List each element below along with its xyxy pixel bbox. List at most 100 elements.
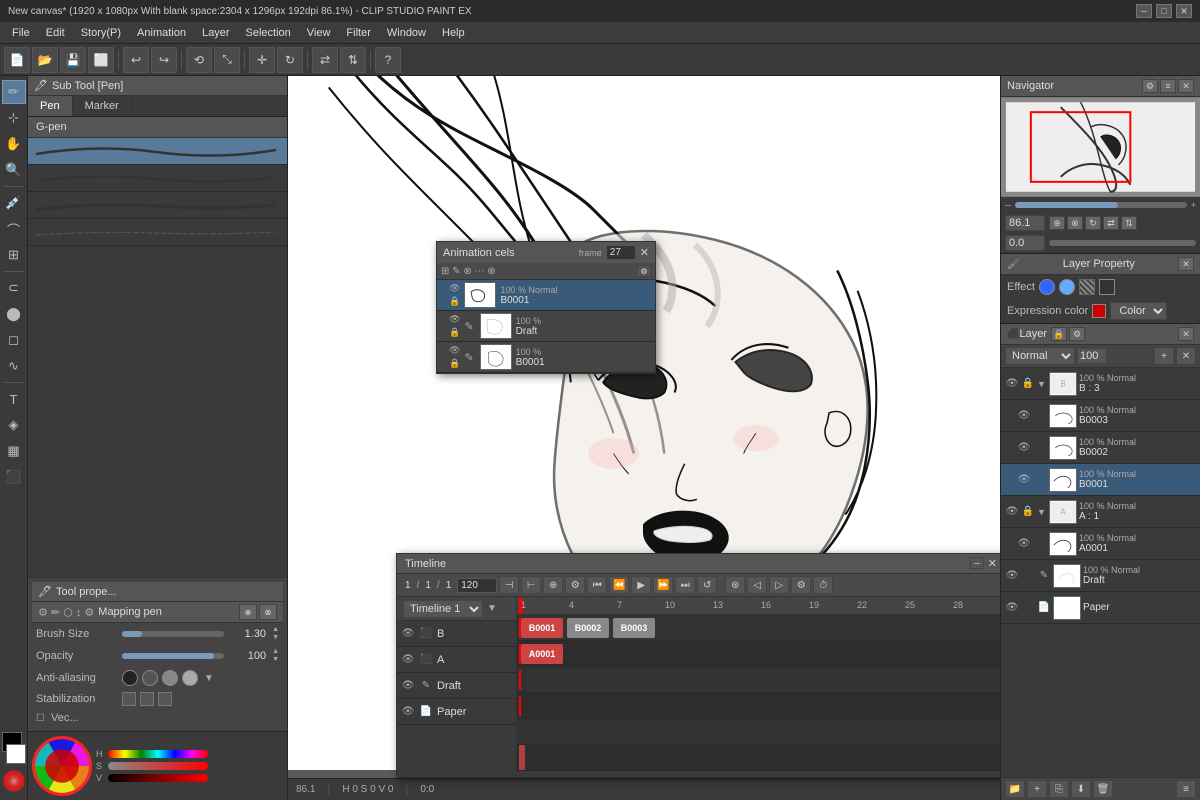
brush-size-slider[interactable] [122,631,224,637]
transform-button[interactable]: ⟲ [186,47,212,73]
layer-prop-close-btn[interactable]: ✕ [1178,257,1194,271]
expr-color-swatch[interactable] [1092,304,1106,318]
minimize-button[interactable]: ─ [1136,4,1152,18]
tl-track-b-vis[interactable]: 👁 [401,627,415,641]
navigator-zoom-input[interactable] [1005,215,1045,231]
opacity-slider[interactable] [122,653,224,659]
zoom-minus-btn[interactable]: ─ [1005,200,1011,210]
tl-next-btn[interactable]: ⏩ [653,576,673,594]
tl-cel-b0002[interactable]: B0002 [567,618,609,638]
anim-cel-lock-3[interactable]: 🔒 [449,358,460,369]
open-button[interactable]: 📂 [32,47,58,73]
layer-new-layer-btn[interactable]: + [1027,780,1047,798]
layer-lock-btn[interactable]: 🔒 [1051,327,1067,341]
menu-file[interactable]: File [4,25,38,41]
effect-solid[interactable] [1099,279,1115,295]
menu-filter[interactable]: Filter [338,25,378,41]
layer-delete-btn[interactable]: ✕ [1176,347,1196,365]
text-button[interactable]: T [2,387,26,411]
tl-track-a-vis[interactable]: 👁 [401,653,415,667]
layer-b0002-vis[interactable]: 👁 [1017,441,1031,455]
brush-item-2[interactable] [28,165,287,192]
navigator-thumbnail[interactable] [1001,97,1200,197]
undo-button[interactable]: ↩ [123,47,149,73]
fill-button[interactable]: ⬤ [2,302,26,326]
layer-a0001-vis[interactable]: 👁 [1017,537,1031,551]
layer-settings-btn[interactable]: ≡ [1176,780,1196,798]
layer-b-lock[interactable]: 🔒 [1021,377,1035,391]
val-slider[interactable] [108,774,208,782]
menu-edit[interactable]: Edit [38,25,73,41]
aa-option-1[interactable] [122,670,138,686]
nav-action-5[interactable]: ⇅ [1121,216,1137,230]
eyedropper-button[interactable]: 💉 [2,191,26,215]
nav-action-3[interactable]: ↻ [1085,216,1101,230]
nav-action-2[interactable]: ⊗ [1067,216,1083,230]
curve-button[interactable]: ⌒ [2,217,26,241]
layer-group-a[interactable]: 👁 🔒 ▼ A 100 % Normal A : 1 [1001,496,1200,528]
vector-checkbox[interactable]: ☐ [36,713,45,724]
frame-button[interactable]: ⬛ [2,465,26,489]
tl-frame-rate-btn[interactable]: ⏱ [813,576,833,594]
background-color-swatch[interactable] [6,744,26,764]
tl-options-btn[interactable]: ⚙ [565,576,585,594]
stab-option-3[interactable] [158,692,172,706]
tl-cel-b0003[interactable]: B0003 [613,618,655,638]
nav-action-1[interactable]: ⊕ [1049,216,1065,230]
effect-color-1[interactable] [1039,279,1055,295]
anim-cel-eye-2[interactable]: 👁 [449,314,460,325]
menu-window[interactable]: Window [379,25,434,41]
blend-button[interactable]: ∿ [2,354,26,378]
layer-group-b[interactable]: 👁 🔒 ▼ B 100 % Normal B : 3 [1001,368,1200,400]
opacity-stepper[interactable]: ▲▼ [272,648,279,664]
layer-del-btn[interactable]: 🗑 [1093,780,1113,798]
anim-cels-frame-input[interactable] [606,245,636,260]
anim-cel-row-draft[interactable]: 👁 🔒 ✎ 100 % Draft [437,311,655,342]
aa-option-2[interactable] [142,670,158,686]
pen-tool-button[interactable]: ✏ [2,80,26,104]
anim-cels-settings[interactable]: ⚙ [637,265,651,277]
help-button[interactable]: ? [375,47,401,73]
menu-help[interactable]: Help [434,25,473,41]
sat-slider[interactable] [108,762,208,770]
navigator-zoom-slider[interactable] [1015,202,1186,208]
navigator-rotation-input[interactable] [1005,235,1045,251]
layer-b0003-lock[interactable] [1033,409,1047,423]
close-button[interactable]: ✕ [1176,4,1192,18]
layer-a0001-lock[interactable] [1033,537,1047,551]
stab-option-1[interactable] [122,692,136,706]
layer-paper-vis[interactable]: 👁 [1005,601,1019,615]
pen-tab[interactable]: Pen [28,96,73,116]
tl-onion-after-btn[interactable]: ▷ [769,576,789,594]
layer-b0002[interactable]: 👁 100 % Normal B0002 [1001,432,1200,464]
layer-a-vis[interactable]: 👁 [1005,505,1019,519]
tl-set-out-btn[interactable]: ⊢ [521,576,541,594]
navigator-rotation-slider[interactable] [1049,240,1196,246]
anim-cel-lock-2[interactable]: 🔒 [449,327,460,338]
layer-b-vis[interactable]: 👁 [1005,377,1019,391]
anim-cel-eye-3[interactable]: 👁 [449,345,460,356]
layer-merge-btn[interactable]: ⬇ [1071,780,1091,798]
transform-tool-button[interactable]: ⊞ [2,243,26,267]
layer-b0001-vis[interactable]: 👁 [1017,473,1031,487]
layer-copy-btn[interactable]: ⎘ [1049,780,1069,798]
layer-new-folder-btn[interactable]: 📁 [1005,780,1025,798]
tl-play-btn[interactable]: ▶ [631,576,651,594]
zoom-plus-btn[interactable]: + [1191,200,1196,210]
save-button[interactable]: 💾 [60,47,86,73]
new-file-button[interactable]: 📄 [4,47,30,73]
menu-story[interactable]: Story(P) [73,25,129,41]
timeline-min-btn[interactable]: ─ [970,557,984,569]
menu-view[interactable]: View [299,25,339,41]
gradient-button[interactable]: ▦ [2,439,26,463]
brush-item-3[interactable] [28,192,287,219]
maximize-button[interactable]: □ [1156,4,1172,18]
color-wheel[interactable] [32,736,92,796]
tl-set-in-btn[interactable]: ⊣ [499,576,519,594]
tl-frame-row-a[interactable]: A0001 [517,641,1000,667]
tl-track-paper-vis[interactable]: 👁 [401,705,415,719]
tl-onion-settings-btn[interactable]: ⚙ [791,576,811,594]
brush-item-4[interactable] [28,219,287,246]
layer-a-lock[interactable]: 🔒 [1021,505,1035,519]
brush-size-stepper[interactable]: ▲▼ [272,626,279,642]
